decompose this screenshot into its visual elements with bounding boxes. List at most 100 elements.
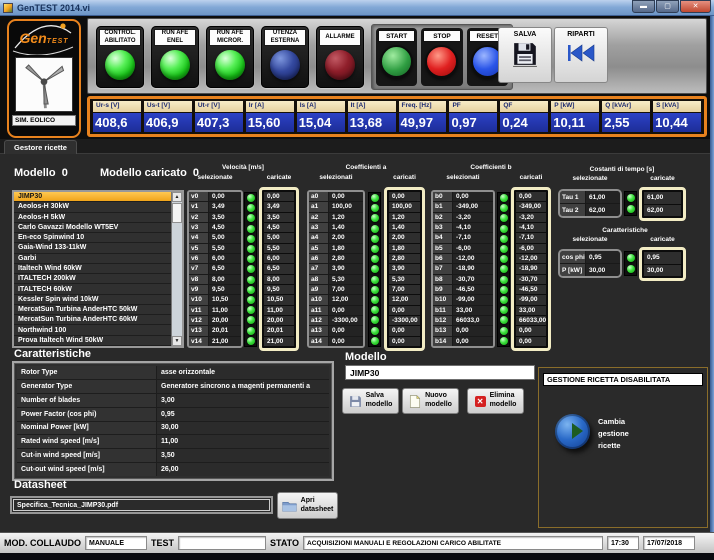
model-name-input[interactable] [345, 365, 535, 380]
salva-button[interactable]: SALVA [498, 27, 552, 83]
selected-value[interactable]: -46,50 [453, 285, 493, 294]
model-list-item[interactable]: MercatSun Turbina AnderHTC 50kW [14, 305, 171, 315]
stop-button[interactable]: STOP [421, 28, 462, 86]
cambia-gestione-button[interactable] [555, 414, 590, 449]
apri-datasheet-button[interactable]: Apri datasheet [277, 492, 338, 519]
stop-button-lamp[interactable] [425, 45, 458, 78]
selected-value[interactable]: 0,00 [453, 337, 493, 346]
match-led-icon [371, 204, 379, 212]
selected-value[interactable]: 6,00 [209, 254, 241, 263]
selected-value[interactable]: 1,40 [329, 223, 363, 232]
selected-value[interactable]: 20,00 [209, 316, 241, 325]
model-list-item[interactable]: Aeolos-H 5kW [14, 213, 171, 223]
selected-value[interactable]: 1,20 [329, 213, 363, 222]
nuovo-modello-button[interactable]: Nuovo modello [402, 388, 459, 414]
coeff-b-selected-table: b0 0,00 b1 -349,00 b2 -3,20 b3 -4,10 b4 … [431, 190, 495, 348]
close-button[interactable]: ✕ [680, 0, 711, 13]
selected-value[interactable]: 66033,0 [453, 316, 493, 325]
selected-value[interactable]: 30,00 [586, 264, 620, 276]
selected-value[interactable]: -6,00 [453, 244, 493, 253]
selected-value[interactable]: 3,90 [329, 264, 363, 273]
selected-value[interactable]: 0,00 [329, 192, 363, 201]
row-id: a0 [309, 192, 329, 201]
selected-value[interactable]: -99,00 [453, 295, 493, 304]
modello-count-label: Modello 0 [14, 167, 68, 179]
selected-value[interactable]: 2,00 [329, 233, 363, 242]
selected-value[interactable]: 3,50 [209, 213, 241, 222]
selected-value[interactable]: 21,00 [209, 337, 241, 346]
maximize-button[interactable]: ▢ [656, 0, 679, 13]
selected-value[interactable]: 4,50 [209, 223, 241, 232]
selected-value[interactable]: 11,00 [209, 306, 241, 315]
model-list-item[interactable]: ITALTECH 60kW [14, 284, 171, 294]
selected-value[interactable]: 2,80 [329, 254, 363, 263]
tab-gestore-ricette[interactable]: Gestore ricette [4, 140, 77, 154]
selected-value[interactable]: 9,50 [209, 285, 241, 294]
datasheet-path-field[interactable]: Specifica_Tecnica_JIMP30.pdf [10, 496, 273, 514]
selected-value[interactable]: 0,00 [453, 326, 493, 335]
selected-value[interactable]: 3,49 [209, 202, 241, 211]
indicator-led: ALLARME [316, 26, 364, 88]
spec-key: Cut-out wind speed [m/s] [17, 463, 157, 476]
model-list-item[interactable]: Carlo Gavazzi Modello WT5EV [14, 223, 171, 233]
selected-value[interactable]: 5,00 [209, 233, 241, 242]
selected-value[interactable]: 5,50 [209, 244, 241, 253]
start-button-lamp[interactable] [380, 45, 413, 78]
selected-value[interactable]: -18,90 [453, 264, 493, 273]
measurement-value: 406,9 [144, 113, 192, 132]
datasheet-filename[interactable]: Specifica_Tecnica_JIMP30.pdf [13, 499, 270, 511]
model-list-item[interactable]: Prova Italtech Wind 50kW [14, 336, 171, 346]
measurement-label: Q [kVAr] [602, 101, 650, 112]
selected-value[interactable]: -7,10 [453, 233, 493, 242]
selected-value[interactable]: 6,50 [209, 264, 241, 273]
selected-value[interactable]: 8,00 [209, 275, 241, 284]
selected-value[interactable]: -349,00 [453, 202, 493, 211]
riparti-button[interactable]: RIPARTI [554, 27, 608, 83]
model-list-item[interactable]: MercatSun Turbina AnderHTC 60kW [14, 315, 171, 325]
selected-value[interactable]: 61,00 [586, 191, 620, 203]
salva-modello-button[interactable]: Salva modello [342, 388, 399, 414]
selected-value[interactable]: -3,20 [453, 213, 493, 222]
selected-value[interactable]: 5,30 [329, 275, 363, 284]
selected-value[interactable]: 0,95 [586, 251, 620, 263]
selected-value[interactable]: -3300,00 [329, 316, 363, 325]
scroll-thumb[interactable] [172, 203, 182, 223]
scroll-down-icon[interactable]: ▼ [172, 336, 182, 346]
selected-value[interactable]: 7,00 [329, 285, 363, 294]
spec-row: Number of blades 3,00 [17, 394, 329, 408]
selected-value[interactable]: -12,00 [453, 254, 493, 263]
model-list-item[interactable]: ITALTECH 200kW [14, 274, 171, 284]
model-list-item[interactable]: Garbi [14, 254, 171, 264]
selected-value[interactable]: 20,01 [209, 326, 241, 335]
selected-value[interactable]: -4,10 [453, 223, 493, 232]
selected-value[interactable]: 0,00 [329, 337, 363, 346]
list-scrollbar[interactable]: ▲ ▼ [171, 192, 182, 346]
minimize-button[interactable]: ▬ [632, 0, 655, 13]
model-list-item[interactable]: Gaia-Wind 133-11kW [14, 243, 171, 253]
row-id: b9 [433, 285, 453, 294]
start-button[interactable]: START [376, 28, 417, 86]
selected-value[interactable]: 33,00 [453, 306, 493, 315]
new-model-icon [409, 395, 421, 408]
selected-value[interactable]: 0,00 [209, 192, 241, 201]
selected-value[interactable]: 0,00 [329, 326, 363, 335]
model-list-item[interactable]: Aeolos-H 30kW [14, 202, 171, 212]
loaded-value: 11,00 [264, 306, 294, 315]
selected-value[interactable]: 10,50 [209, 295, 241, 304]
selected-value[interactable]: 0,00 [453, 192, 493, 201]
scroll-up-icon[interactable]: ▲ [172, 192, 182, 202]
model-list-item[interactable]: En-eco Spinwind 10 [14, 233, 171, 243]
model-list-item[interactable]: Northwind 100 [14, 325, 171, 335]
model-list-item[interactable]: Kessler Spin wind 10kW [14, 295, 171, 305]
elimina-modello-button[interactable]: ✕ Elimina modello [467, 388, 524, 414]
selected-value[interactable]: -30,70 [453, 275, 493, 284]
selected-value[interactable]: 1,80 [329, 244, 363, 253]
selected-value[interactable]: 100,00 [329, 202, 363, 211]
selected-value[interactable]: 12,00 [329, 295, 363, 304]
selected-value[interactable]: 0,00 [329, 306, 363, 315]
model-list-item[interactable]: Italtech Wind 60kW [14, 264, 171, 274]
spec-key: Cut-in wind speed [m/s] [17, 449, 157, 462]
model-list-item[interactable]: JIMP30 [14, 192, 171, 202]
selected-value[interactable]: 62,00 [586, 204, 620, 216]
loaded-value: 0,00 [516, 326, 546, 335]
